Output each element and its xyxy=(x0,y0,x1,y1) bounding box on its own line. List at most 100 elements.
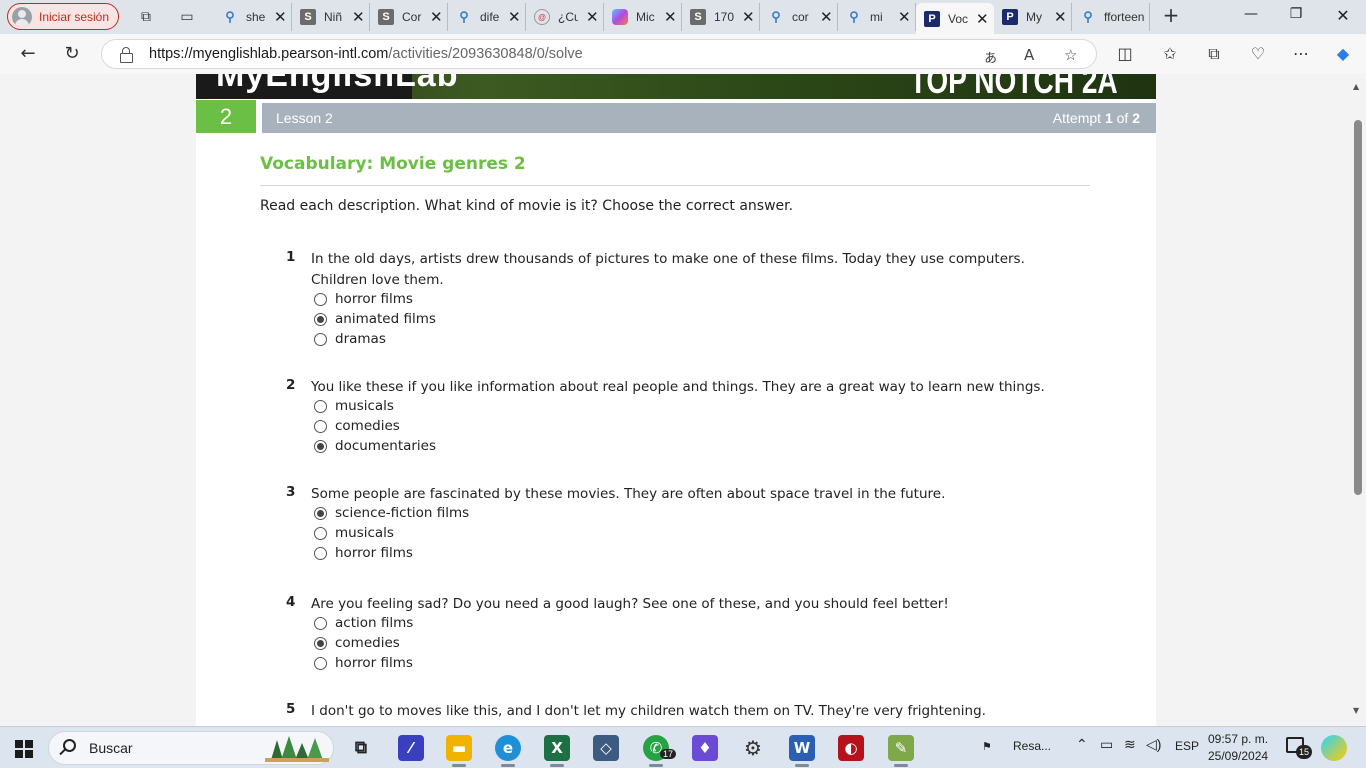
minimize-icon[interactable]: — xyxy=(1241,6,1261,22)
option-musicals[interactable]: musicals xyxy=(314,523,394,543)
more-menu-icon[interactable]: ⋯ xyxy=(1291,44,1311,64)
option-horror-films[interactable]: horror films xyxy=(314,653,413,673)
windows-start-icon[interactable] xyxy=(15,740,33,758)
option-horror-films[interactable]: horror films xyxy=(314,289,413,309)
tab-dife[interactable]: ⚲ dife ✕ xyxy=(448,3,526,31)
scrollbar-thumb[interactable] xyxy=(1354,120,1362,495)
favorites-icon[interactable]: ✩ xyxy=(1160,44,1180,64)
browser-essentials-icon[interactable]: ♡ xyxy=(1248,44,1268,64)
clock[interactable]: 09:57 p. m. 25/09/2024 xyxy=(1208,731,1268,765)
weather-flag-icon[interactable]: ⚑ xyxy=(982,740,992,753)
radio-button[interactable] xyxy=(314,546,327,560)
radio-button[interactable] xyxy=(314,419,327,433)
wifi-icon[interactable]: ≋ xyxy=(1124,736,1136,753)
tab-cu[interactable]: @ ¿Cu ✕ xyxy=(526,3,604,31)
tab-cor[interactable]: S Cor ✕ xyxy=(370,3,448,31)
copilot-icon[interactable]: ◆ xyxy=(1333,44,1353,64)
word-icon[interactable]: W xyxy=(789,735,815,767)
tab-my[interactable]: P My ✕ xyxy=(994,3,1072,31)
app-crystal-icon[interactable]: ♦ xyxy=(692,735,718,761)
close-tab-icon[interactable]: ✕ xyxy=(430,8,443,26)
scroll-down-icon[interactable]: ▼ xyxy=(1353,706,1359,715)
tab-mic[interactable]: Mic ✕ xyxy=(604,3,682,31)
tab-fforteen[interactable]: ⚲ fforteen xyxy=(1072,3,1150,31)
close-tab-icon[interactable]: ✕ xyxy=(352,8,365,26)
radio-button[interactable] xyxy=(314,656,327,670)
option-science-fiction-films[interactable]: science-fiction films xyxy=(314,503,469,523)
close-tab-icon[interactable]: ✕ xyxy=(508,8,521,26)
task-view-icon[interactable]: ⧉ xyxy=(348,735,374,761)
back-arrow-icon[interactable]: ← xyxy=(17,43,39,65)
question-number: 2 xyxy=(286,377,296,393)
tab-voc-active[interactable]: P Voc ✕ xyxy=(916,3,994,34)
settings-gear-icon[interactable]: ⚙ xyxy=(740,735,766,761)
edge-browser-icon[interactable]: e xyxy=(495,735,521,767)
file-explorer-icon[interactable]: ▬ xyxy=(446,735,472,767)
favorite-star-icon[interactable]: ☆ xyxy=(1064,46,1077,64)
profile-button[interactable]: Iniciar sesión xyxy=(7,3,119,30)
virtualbox-icon[interactable]: ◇ xyxy=(593,735,619,761)
tab-mi[interactable]: ⚲ mi ✕ xyxy=(838,3,916,31)
app-map-icon[interactable]: ✎ xyxy=(888,735,914,767)
restore-icon[interactable]: ❐ xyxy=(1286,6,1306,22)
tab-she[interactable]: ⚲ she ✕ xyxy=(214,3,292,31)
tray-chevron-icon[interactable]: ⌃ xyxy=(1076,736,1088,753)
radio-button[interactable] xyxy=(314,526,327,540)
notifications-icon[interactable]: 15 xyxy=(1286,737,1312,759)
myenglishlab-logo: MyEnglishLab xyxy=(196,74,457,99)
workspaces-icon[interactable]: ⧉ xyxy=(137,8,155,26)
tab-actions-icon[interactable]: ▭ xyxy=(178,8,196,26)
taskbar-search[interactable]: Buscar xyxy=(48,731,334,765)
radio-button-selected[interactable] xyxy=(314,636,327,650)
copilot-taskbar-icon[interactable] xyxy=(1321,735,1347,761)
address-bar[interactable]: https://myenglishlab.pearson-intl.com/ac… xyxy=(101,39,1097,69)
radio-button[interactable] xyxy=(314,399,327,413)
close-tab-icon[interactable]: ✕ xyxy=(274,8,287,26)
option-documentaries[interactable]: documentaries xyxy=(314,436,436,456)
radio-button-selected[interactable] xyxy=(314,506,327,520)
refresh-icon[interactable]: ↻ xyxy=(61,43,83,65)
radio-button[interactable] xyxy=(314,332,327,346)
option-horror-films[interactable]: horror films xyxy=(314,543,413,563)
scroll-up-icon[interactable]: ▲ xyxy=(1353,82,1359,91)
lock-icon[interactable] xyxy=(119,47,133,63)
close-tab-icon[interactable]: ✕ xyxy=(898,8,911,26)
volume-icon[interactable]: ◁) xyxy=(1146,736,1161,753)
radio-button[interactable] xyxy=(314,292,327,306)
app-launcher-icon[interactable]: ⁄ xyxy=(398,735,424,761)
close-window-icon[interactable]: ✕ xyxy=(1333,6,1353,25)
close-tab-icon[interactable]: ✕ xyxy=(1054,8,1067,26)
excel-icon[interactable]: X xyxy=(544,735,570,767)
translate-icon[interactable]: ぁ xyxy=(983,46,998,67)
option-dramas[interactable]: dramas xyxy=(314,329,386,349)
close-tab-icon[interactable]: ✕ xyxy=(976,10,989,28)
radio-button-selected[interactable] xyxy=(314,312,327,326)
read-aloud-icon[interactable]: A xyxy=(1024,46,1034,64)
option-comedies[interactable]: comedies xyxy=(314,416,400,436)
battery-icon[interactable]: ▭ xyxy=(1100,736,1113,753)
option-comedies[interactable]: comedies xyxy=(314,633,400,653)
option-action-films[interactable]: action films xyxy=(314,613,413,633)
tab-cor-2[interactable]: ⚲ cor ✕ xyxy=(760,3,838,31)
language-indicator[interactable]: ESP xyxy=(1175,739,1199,753)
page-scrollbar[interactable]: ▲ ▼ xyxy=(1350,74,1366,726)
weather-label[interactable]: Resa... xyxy=(1013,739,1051,753)
close-tab-icon[interactable]: ✕ xyxy=(742,8,755,26)
browser-tab-bar: Iniciar sesión ⧉ ▭ ⚲ she ✕ S Niñ ✕ S Cor… xyxy=(0,0,1366,34)
radio-button[interactable] xyxy=(314,616,327,630)
tab-170[interactable]: S 170 ✕ xyxy=(682,3,760,31)
tab-nin[interactable]: S Niñ ✕ xyxy=(292,3,370,31)
app-red-icon[interactable]: ◐ xyxy=(838,735,864,761)
radio-button-selected[interactable] xyxy=(314,439,327,453)
close-tab-icon[interactable]: ✕ xyxy=(586,8,599,26)
split-screen-icon[interactable]: ◫ xyxy=(1115,44,1135,64)
close-tab-icon[interactable]: ✕ xyxy=(664,8,677,26)
close-tab-icon[interactable]: ✕ xyxy=(820,8,833,26)
option-label: action films xyxy=(335,615,414,631)
new-tab-icon[interactable]: + xyxy=(1162,5,1180,25)
search-favicon-icon: ⚲ xyxy=(849,9,859,24)
url-text[interactable]: https://myenglishlab.pearson-intl.com/ac… xyxy=(149,46,583,62)
collections-icon[interactable]: ⧉ xyxy=(1204,44,1224,64)
option-musicals[interactable]: musicals xyxy=(314,396,394,416)
option-animated-films[interactable]: animated films xyxy=(314,309,436,329)
